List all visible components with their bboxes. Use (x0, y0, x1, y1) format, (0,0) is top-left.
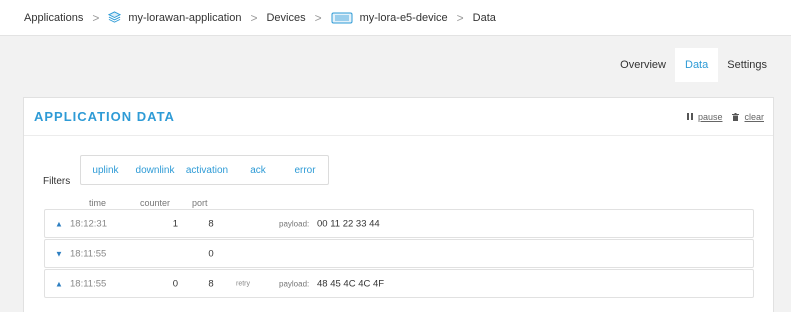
row-time: 18:12:31 (70, 218, 107, 229)
filter-error[interactable]: error (282, 156, 328, 184)
breadcrumb-applications[interactable]: Applications (24, 12, 83, 24)
row-time: 18:11:55 (70, 248, 107, 259)
application-data-card: APPLICATION DATA pause clear Filters upl… (23, 97, 774, 312)
row-counter: 1 (172, 218, 178, 229)
row-payload-label: payload: (279, 219, 310, 228)
row-port: 8 (208, 218, 214, 229)
breadcrumb-data: Data (472, 11, 496, 24)
collapse-icon[interactable]: ▲ (55, 219, 63, 228)
card-title: APPLICATION DATA (34, 109, 175, 124)
tab-settings[interactable]: Settings (718, 48, 776, 82)
data-rows: ▲ 18:12:31 1 8 payload: 00 11 22 33 44 ▼… (44, 209, 754, 299)
table-row[interactable]: ▲ 18:12:31 1 8 payload: 00 11 22 33 44 (44, 209, 754, 238)
device-icon (331, 12, 353, 24)
filter-group: uplink downlink activation ack error (80, 155, 329, 185)
tab-data[interactable]: Data (675, 48, 719, 82)
breadcrumb-device[interactable]: my-lora-e5-device (360, 12, 448, 24)
table-row[interactable]: ▼ 18:11:55 0 (44, 239, 754, 268)
pause-label: pause (697, 111, 723, 122)
pause-button[interactable]: pause (686, 111, 723, 122)
filter-downlink[interactable]: downlink (130, 156, 180, 184)
row-payload-label: payload: (279, 279, 310, 288)
collapse-icon[interactable]: ▲ (55, 279, 63, 288)
filters-label: Filters (43, 176, 71, 187)
chevron-right-icon: > (314, 10, 322, 25)
row-port: 8 (208, 278, 214, 289)
breadcrumb: Applications > my-lorawan-application > … (0, 0, 791, 36)
tab-overview[interactable]: Overview (611, 48, 675, 82)
row-counter: 0 (172, 278, 178, 289)
breadcrumb-devices[interactable]: Devices (266, 12, 305, 24)
filter-ack[interactable]: ack (234, 156, 282, 184)
chevron-right-icon: > (92, 10, 100, 25)
card-header: APPLICATION DATA pause clear (24, 98, 773, 136)
column-header-time: time (89, 198, 107, 208)
clear-label: clear (744, 111, 764, 122)
row-port: 0 (208, 248, 214, 259)
row-payload: 00 11 22 33 44 (317, 218, 380, 229)
table-row[interactable]: ▲ 18:11:55 0 8 retry payload: 48 45 4C 4… (44, 269, 754, 298)
row-payload: 48 45 4C 4C 4F (317, 278, 385, 289)
column-header-counter: counter (140, 198, 171, 208)
row-time: 18:11:55 (70, 278, 107, 289)
row-retry: retry (236, 280, 250, 287)
clear-button[interactable]: clear (732, 112, 764, 122)
filter-activation[interactable]: activation (180, 156, 234, 184)
filter-uplink[interactable]: uplink (81, 156, 130, 184)
trash-icon (732, 112, 740, 121)
column-header-port: port (192, 198, 208, 208)
expand-icon[interactable]: ▼ (55, 249, 63, 258)
pause-icon (686, 113, 693, 120)
card-actions: pause clear (677, 112, 764, 122)
device-tabs: Overview Data Settings (611, 48, 776, 82)
breadcrumb-application[interactable]: my-lorawan-application (128, 12, 241, 24)
chevron-right-icon: > (456, 10, 464, 25)
chevron-right-icon: > (250, 10, 258, 25)
application-stack-icon (108, 11, 122, 24)
